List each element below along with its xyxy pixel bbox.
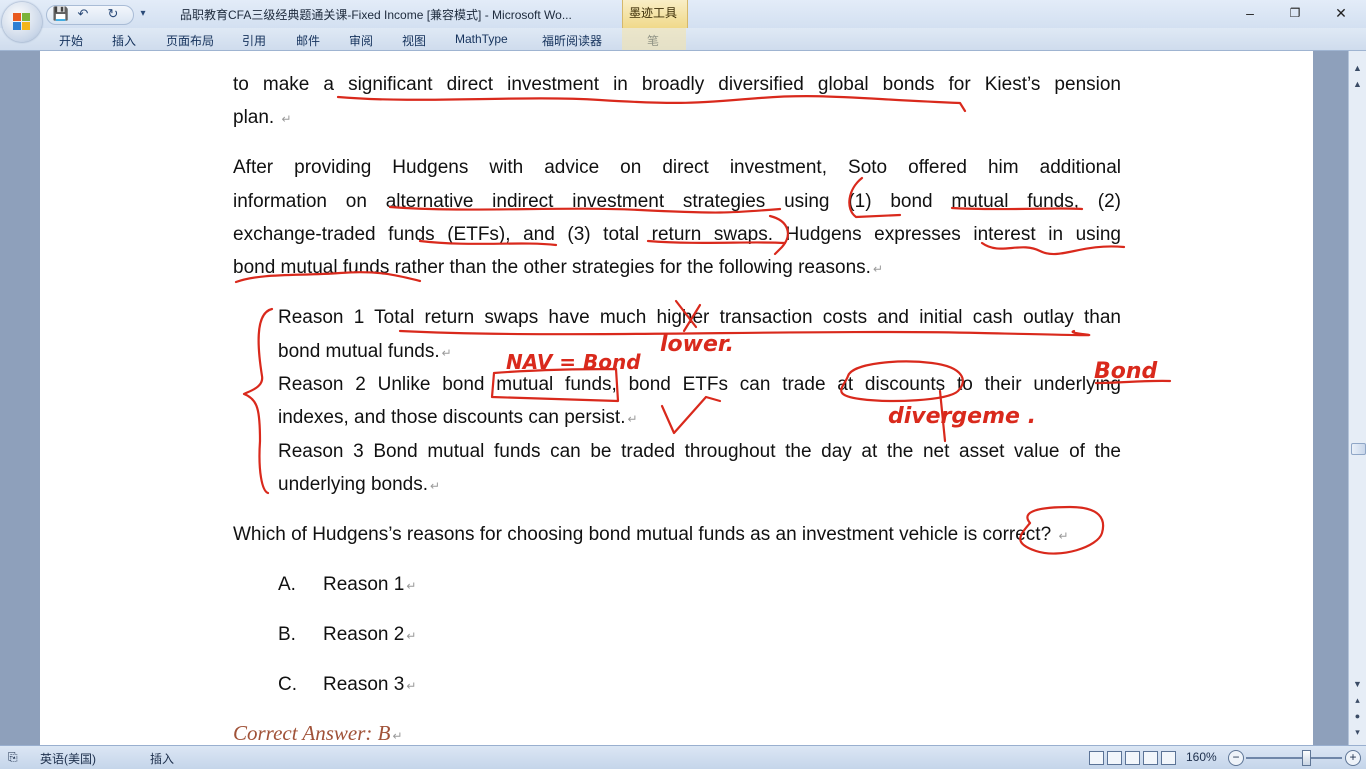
tab-view[interactable]: 视图: [402, 32, 426, 49]
quick-access-toolbar: 💾 ↶ ↻ ▾: [46, 4, 146, 25]
paragraph-mark: ↵: [430, 479, 441, 493]
reason-3-line-2: underlying bonds. ↵: [278, 474, 441, 495]
tab-page-layout[interactable]: 页面布局: [166, 32, 214, 49]
tab-review[interactable]: 审阅: [349, 32, 373, 49]
document-canvas[interactable]: to make a significant direct investment …: [0, 51, 1348, 745]
title-bar: 💾 ↶ ↻ ▾ 品职教育CFA三级经典题通关课-Fixed Income [兼容…: [0, 0, 1366, 28]
reason-1-line-2: bond mutual funds. ↵: [278, 341, 452, 362]
restore-button[interactable]: ❐: [1279, 4, 1311, 22]
paragraph-mark: ↵: [406, 679, 417, 693]
office-button[interactable]: [2, 2, 42, 42]
close-button[interactable]: ✕: [1325, 4, 1357, 22]
window-title: 品职教育CFA三级经典题通关课-Fixed Income [兼容模式] - Mi…: [180, 8, 572, 22]
reason-2-line-2: indexes, and those discounts can persist…: [278, 407, 638, 428]
paragraph-mark: ↵: [872, 262, 884, 276]
web-layout-view-icon[interactable]: [1125, 751, 1140, 765]
paragraph-mark: ↵: [627, 412, 638, 426]
draft-view-icon[interactable]: [1161, 751, 1176, 765]
correct-answer: Correct Answer: B ↵: [233, 721, 403, 745]
minimize-button[interactable]: –: [1234, 4, 1266, 22]
paragraph-mark: ↵: [406, 579, 417, 593]
paragraph-2-line-3: exchange-traded funds (ETFs), and (3) to…: [233, 224, 1121, 245]
option-b-text: Reason 2 ↵: [323, 624, 417, 645]
option-c-letter: C.: [278, 674, 297, 695]
ink-tools-context-tab[interactable]: 墨迹工具: [622, 0, 688, 28]
context-tab-highlight: [622, 28, 686, 50]
outline-view-icon[interactable]: [1143, 751, 1158, 765]
reason-1-line-1: Reason 1 Total return swaps have much hi…: [278, 307, 1121, 328]
previous-page-button[interactable]: ▴: [1350, 693, 1365, 708]
reason-3-line-1: Reason 3 Bond mutual funds can be traded…: [278, 441, 1121, 462]
zoom-slider-track[interactable]: [1246, 757, 1342, 759]
paragraph-2-line-1: After providing Hudgens with advice on d…: [233, 157, 1121, 178]
language-status[interactable]: 英语(美国): [40, 750, 96, 767]
insert-mode-status[interactable]: 插入: [150, 750, 174, 767]
scroll-thumb[interactable]: [1351, 443, 1366, 455]
tab-insert[interactable]: 插入: [112, 32, 136, 49]
tab-foxit-reader[interactable]: 福昕阅读器: [542, 32, 602, 49]
paragraph-mark: ↵: [1058, 529, 1069, 543]
zoom-level-text[interactable]: 160%: [1186, 750, 1217, 764]
next-page-button[interactable]: ▾: [1350, 725, 1365, 740]
tab-mathtype[interactable]: MathType: [455, 32, 508, 46]
zoom-slider-thumb[interactable]: [1301, 750, 1311, 766]
vertical-scrollbar[interactable]: ▲ ▲ ▼ ▴ ● ▾: [1348, 51, 1366, 745]
paragraph-mark: ↵: [281, 112, 292, 126]
ink-tools-label: 墨迹工具: [629, 6, 678, 20]
option-c-text: Reason 3 ↵: [323, 674, 417, 695]
ruler-toggle-icon[interactable]: ▲: [1350, 77, 1365, 92]
paragraph-1-line-1: to make a significant direct investment …: [233, 74, 1121, 95]
select-browse-object-button[interactable]: ●: [1350, 709, 1365, 724]
option-a-text: Reason 1 ↵: [323, 574, 417, 595]
paragraph-mark: ↵: [441, 346, 452, 360]
office-logo-icon: [13, 13, 31, 31]
scroll-up-button[interactable]: ▲: [1350, 61, 1365, 76]
full-screen-reading-view-icon[interactable]: [1107, 751, 1122, 765]
option-a-letter: A.: [278, 574, 296, 595]
redo-icon[interactable]: ↻: [104, 4, 122, 24]
paragraph-2-line-4: bond mutual funds rather than the other …: [233, 257, 884, 278]
tab-references[interactable]: 引用: [242, 32, 266, 49]
question-text: Which of Hudgens’s reasons for choosing …: [233, 524, 1069, 545]
customize-qat-icon[interactable]: ▾: [134, 4, 152, 24]
tab-mailings[interactable]: 邮件: [296, 32, 320, 49]
undo-icon[interactable]: ↶: [74, 4, 92, 24]
proofing-icon[interactable]: ⎘: [8, 750, 18, 765]
paragraph-mark: ↵: [406, 629, 417, 643]
zoom-in-button[interactable]: +: [1345, 750, 1361, 766]
scroll-down-button[interactable]: ▼: [1350, 677, 1365, 692]
status-bar: ⎘ 英语(美国) 插入 160% − +: [0, 745, 1366, 769]
paragraph-mark: ↵: [392, 729, 403, 743]
paragraph-1-line-2: plan. ↵: [233, 107, 292, 128]
paragraph-2-line-2: information on alternative indirect inve…: [233, 191, 1121, 212]
save-icon[interactable]: 💾: [52, 4, 70, 24]
print-layout-view-icon[interactable]: [1089, 751, 1104, 765]
option-b-letter: B.: [278, 624, 296, 645]
tab-home[interactable]: 开始: [59, 32, 83, 49]
zoom-out-button[interactable]: −: [1228, 750, 1244, 766]
reason-2-line-1: Reason 2 Unlike bond mutual funds, bond …: [278, 374, 1121, 395]
